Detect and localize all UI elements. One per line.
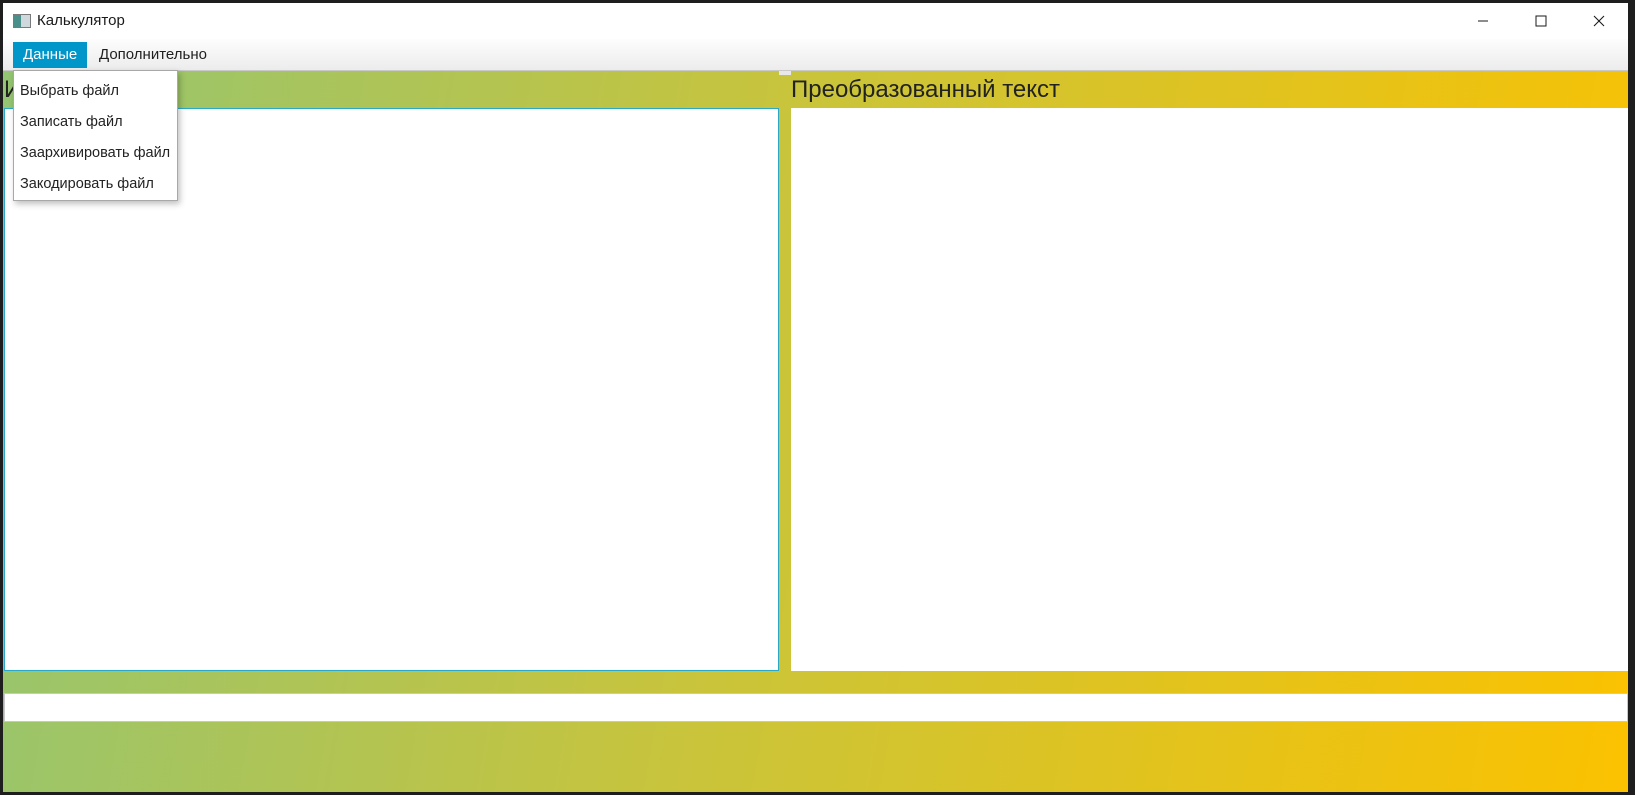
main-content: И Преобразованный текст	[3, 71, 1628, 792]
split-divider-handle[interactable]	[779, 71, 791, 75]
title-bar: Калькулятор	[3, 3, 1628, 39]
maximize-icon	[1535, 15, 1547, 27]
status-field[interactable]	[4, 693, 1628, 722]
menu-item-encode-file[interactable]: Закодировать файл	[14, 169, 177, 200]
menu-bar: Данные Дополнительно	[3, 39, 1628, 71]
converted-text-title: Преобразованный текст	[791, 76, 1061, 103]
menu-item-archive-file[interactable]: Заархивировать файл	[14, 138, 177, 169]
close-button[interactable]	[1570, 3, 1628, 39]
data-menu-dropdown: Выбрать файл Записать файл Заархивироват…	[13, 70, 178, 201]
maximize-button[interactable]	[1512, 3, 1570, 39]
app-window-icon	[13, 14, 31, 28]
menu-additional[interactable]: Дополнительно	[89, 42, 217, 68]
minimize-icon	[1478, 20, 1488, 22]
minimize-button[interactable]	[1454, 3, 1512, 39]
menu-data[interactable]: Данные	[13, 42, 88, 68]
window-title: Калькулятор	[37, 12, 125, 29]
close-icon	[1593, 15, 1605, 27]
app-window: Калькулятор Данные Дополнительно И Преоб…	[3, 3, 1628, 792]
menu-item-write-file[interactable]: Записать файл	[14, 107, 177, 138]
converted-text-area[interactable]	[791, 108, 1628, 671]
menu-item-choose-file[interactable]: Выбрать файл	[14, 76, 177, 107]
